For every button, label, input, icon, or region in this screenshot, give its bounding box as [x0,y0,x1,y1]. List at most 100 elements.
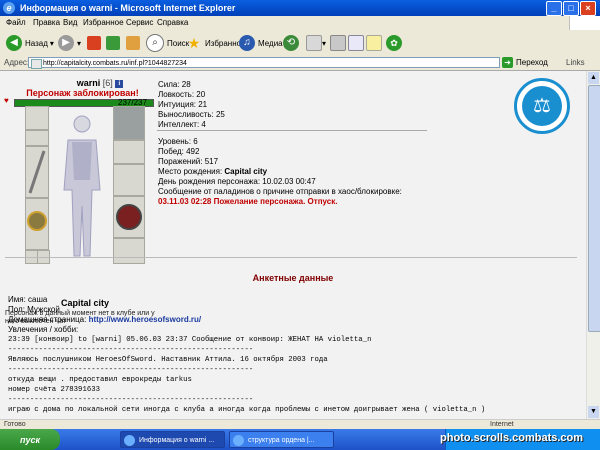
internet-zone: Internet [490,421,514,428]
profile-block: Имя: саша Пол: Мужской Домашняя страница… [8,295,485,415]
stat-strength: Сила: 28 [158,80,191,89]
messenger-icon: ✿ [386,35,402,51]
vertical-scrollbar[interactable]: ▲ ▼ [586,71,600,419]
go-arrow-icon: ➜ [502,57,513,68]
page-viewport: warni [6] i Персонаж заблокирован! ♥ 237… [0,71,586,419]
birthplace-text: Место рождения: Capital city [158,167,268,176]
shield-slot[interactable] [113,196,145,238]
favorites-button[interactable]: ★ Избранное [186,34,246,52]
ie-icon [233,435,244,446]
history-icon: ⟲ [283,35,299,51]
edit-icon [348,35,364,51]
losses-text: Поражений: 517 [158,157,219,166]
bracers-slot[interactable] [113,140,145,164]
profile-line: номер счёта 278391633 [8,386,100,394]
watermark: photo.scrolls.combats.com [440,432,584,444]
links-button[interactable]: Links [566,58,585,67]
section-divider [5,257,577,258]
search-icon: ⌕ [146,34,164,52]
armor-icon [27,211,47,231]
heart-icon: ♥ [4,96,9,105]
title-bar: e Информация о warni - Microsoft Interne… [0,0,600,16]
profile-gender: Пол: Мужской [8,305,60,314]
home-button[interactable] [126,34,140,52]
stats-block: Сила: 28 Ловкость: 20 Интуиция: 21 Вынос… [158,80,225,130]
stop-button[interactable] [87,34,101,52]
profile-line: ----------------------------------------… [8,366,254,374]
earrings-slot[interactable] [25,106,49,130]
search-button[interactable]: ⌕ Поиск [146,34,189,52]
media-icon: ♫ [239,35,255,51]
media-button[interactable]: ♫ Медиа [239,34,283,52]
notes-icon [366,35,382,51]
scales-emblem-icon: ⚖ [514,78,570,134]
menu-favorites[interactable]: Избранное [83,18,124,27]
mail-button[interactable]: ▾ [306,34,326,52]
toolbar: ◀ Назад ▾ ▶ ▾ ⌕ Поиск ★ Избранное ♫ Медиа … [0,30,600,57]
windows-logo-icon [569,16,600,30]
refresh-button[interactable] [106,34,120,52]
blocked-status: Персонаж заблокирован! [26,88,139,98]
profile-line: Являюсь послушником HeroesOfSword. Наста… [8,356,328,364]
amulet-slot[interactable] [25,130,49,146]
star-icon: ★ [187,35,201,51]
scroll-thumb[interactable] [588,85,600,332]
ie-icon: e [3,2,15,14]
weapon-slot[interactable] [25,146,49,198]
menu-edit[interactable]: Правка [33,18,60,27]
minimize-button[interactable]: _ [546,1,562,16]
divider [157,130,427,131]
ie-icon [124,435,135,446]
profile-line: ----------------------------------------… [8,346,254,354]
scroll-down-icon[interactable]: ▼ [588,406,599,418]
maximize-button[interactable]: □ [563,1,579,16]
profile-line: откуда вещи . предоставил еврокреды tark… [8,376,192,384]
history-button[interactable]: ⟲ [283,34,302,52]
forward-arrow-icon: ▶ [58,35,74,51]
close-button[interactable]: × [580,1,596,16]
menu-view[interactable]: Вид [63,18,77,27]
stop-icon [87,36,101,50]
stat-agility: Ловкость: 20 [158,90,206,99]
forward-button[interactable]: ▶ ▾ [58,34,81,52]
back-arrow-icon: ◀ [6,35,22,51]
homepage-link[interactable]: http://www.heroesofsword.ru/ [89,315,202,324]
profile-line: 23:39 [конвоир] to [warni] 05.06.03 23:3… [8,336,372,344]
taskbar-item-order[interactable]: структура ордена |... [229,431,334,448]
character-figure [63,115,101,257]
menu-bar: Файл Правка Вид Избранное Сервис Справка [0,16,600,31]
edit-button[interactable] [348,34,364,52]
menu-tools[interactable]: Сервис [126,18,153,27]
armor-slot[interactable] [25,198,49,250]
menu-help[interactable]: Справка [157,18,188,27]
taskbar-item-ie[interactable]: Информация о warni ... [120,431,225,448]
address-input[interactable]: http://capitalcity.combats.ru/inf.pl?104… [28,57,500,69]
back-button[interactable]: ◀ Назад ▾ [6,34,54,52]
wins-text: Побед: 492 [158,147,200,156]
profile-homepage: Домашняя страница: http://www.heroesofsw… [8,315,202,324]
page-icon [31,59,42,69]
profile-line: ----------------------------------------… [8,396,254,404]
start-button[interactable]: пуск [0,429,60,450]
mail-icon [306,35,322,51]
birthday-text: День рождения персонажа: 10.02.03 00:47 [158,177,316,186]
profile-section-title: Анкетные данные [252,273,334,283]
info-icon[interactable]: i [115,79,124,88]
status-text: Готово [4,421,26,428]
gloves-slot[interactable] [113,164,145,196]
notes-button[interactable] [366,34,382,52]
character-name[interactable]: warni [6] i [40,78,160,88]
print-button[interactable] [330,34,346,52]
stat-intuition: Интуиция: 21 [158,100,208,109]
level-text: Уровень: 6 [158,137,198,146]
scroll-up-icon[interactable]: ▲ [588,72,599,84]
address-label: Адрес: [4,58,30,67]
stat-intellect: Интеллект: 4 [158,120,206,129]
window-title: Информация о warni - Microsoft Internet … [20,3,236,13]
go-button[interactable]: ➜ Переход [502,57,548,68]
messenger-button[interactable]: ✿ [386,34,405,52]
menu-file[interactable]: Файл [6,18,26,27]
profile-name: Имя: саша [8,295,48,304]
boots-slot[interactable] [113,238,145,264]
helmet-slot[interactable] [113,106,145,140]
